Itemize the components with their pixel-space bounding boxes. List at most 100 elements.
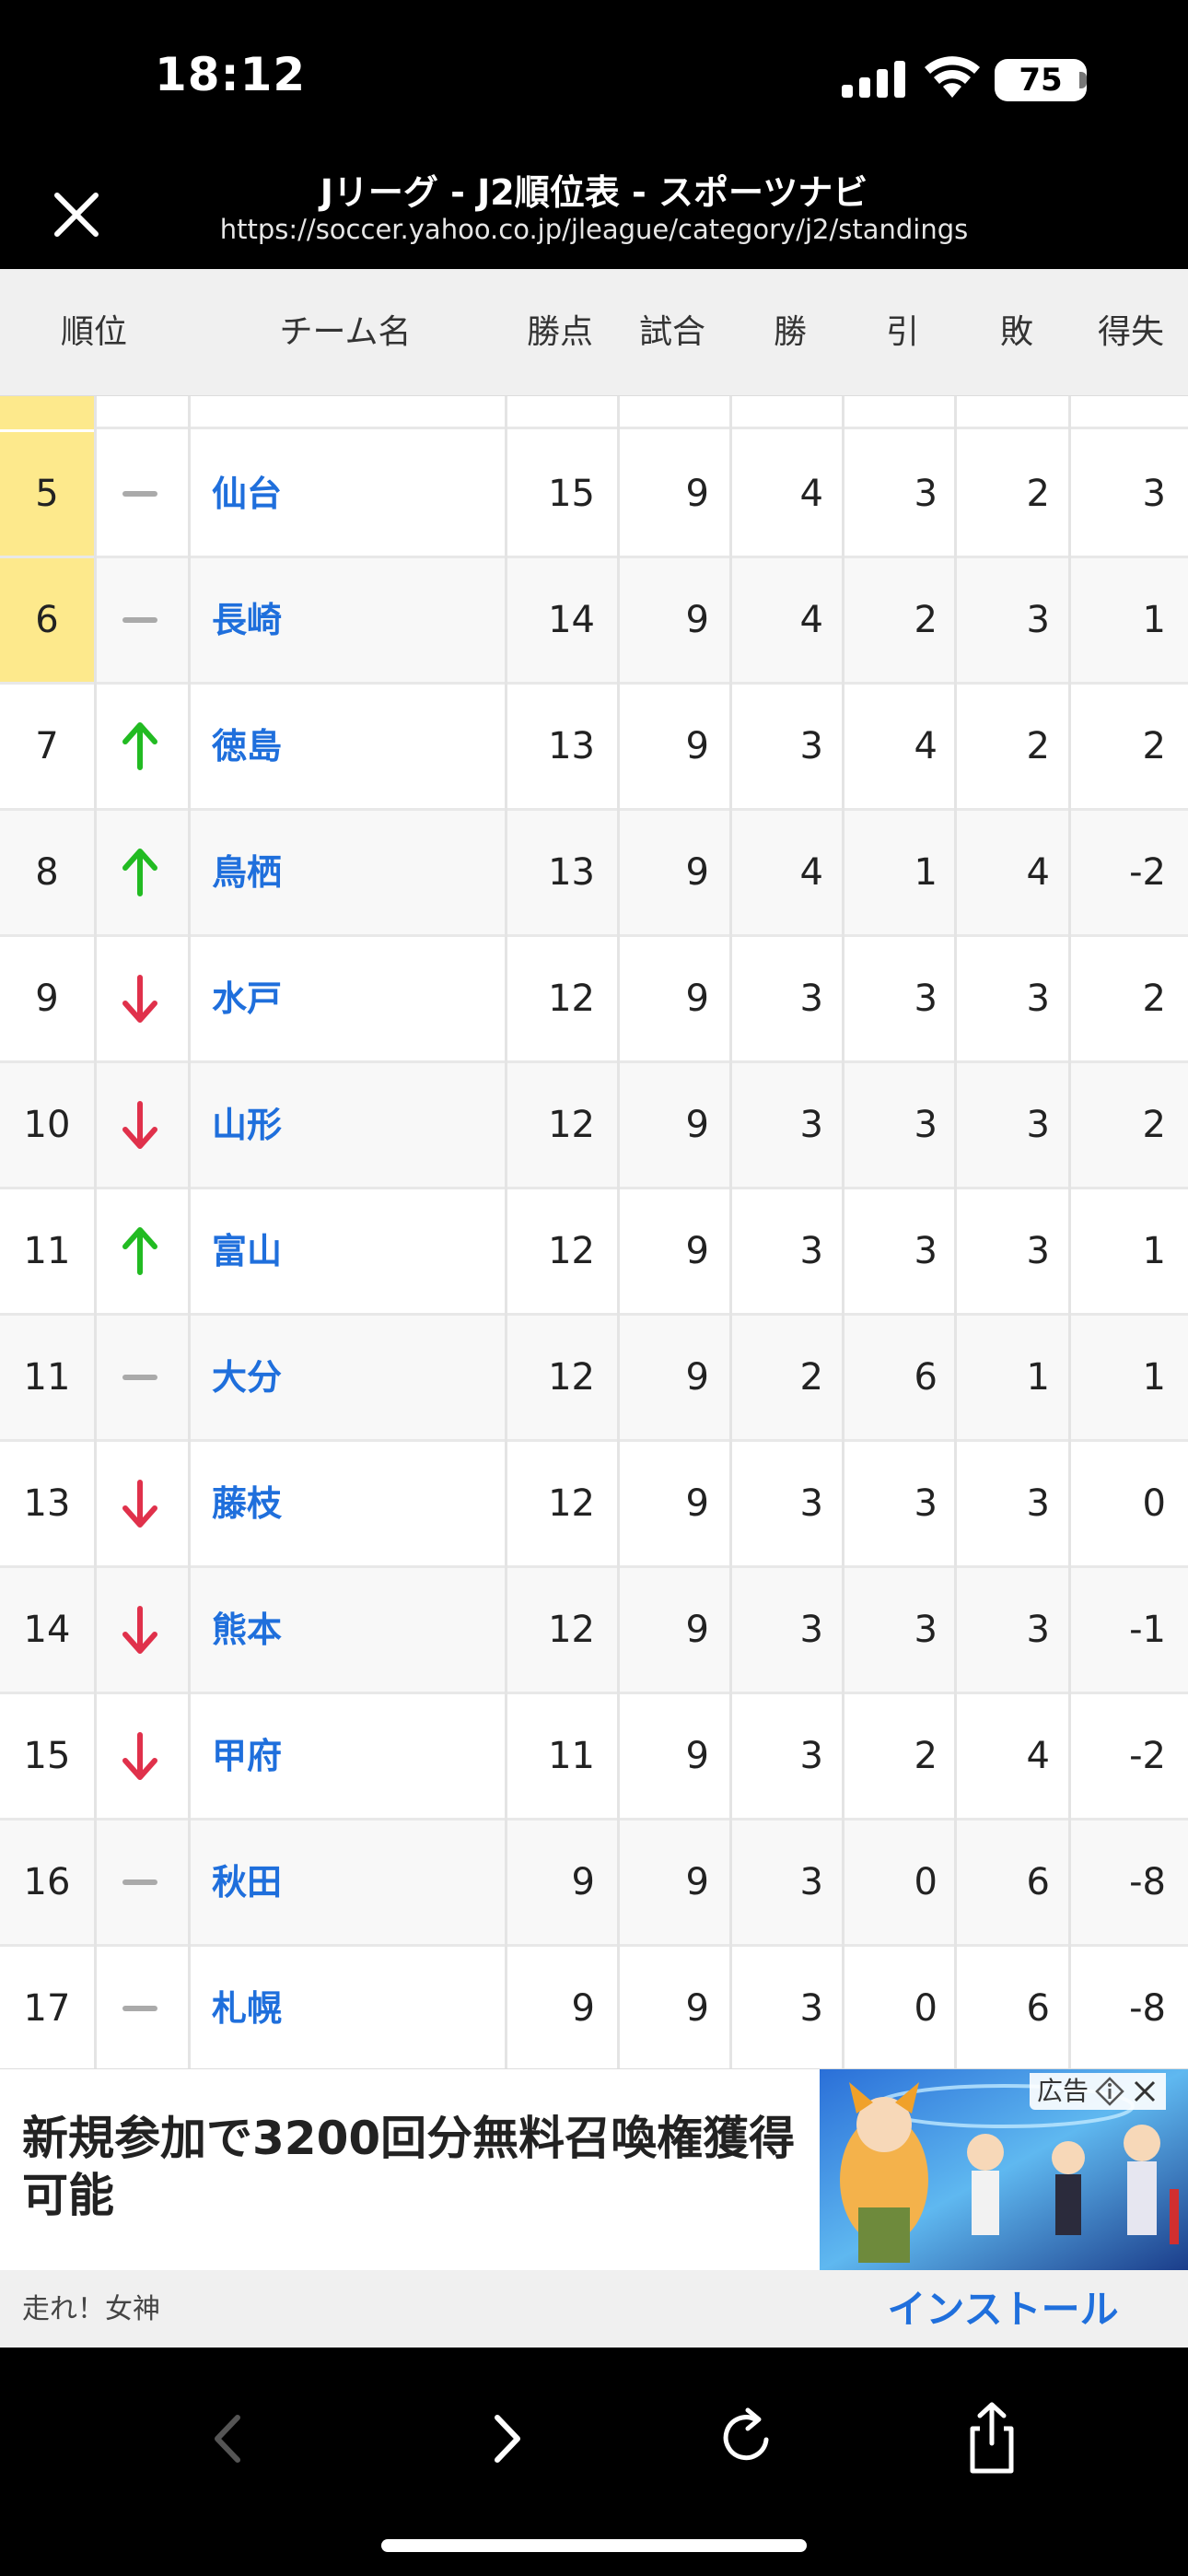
losses-cell: 3 <box>1026 1482 1050 1525</box>
games-cell: 9 <box>685 978 709 1020</box>
draws-cell: 2 <box>914 599 938 641</box>
col-team: チーム名 <box>279 313 412 351</box>
col-points: 勝点 <box>526 313 593 351</box>
games-cell: 9 <box>685 1104 709 1146</box>
team-link[interactable]: 鳥栖 <box>212 811 282 934</box>
draws-cell: 3 <box>914 473 938 515</box>
wins-cell: 4 <box>799 473 823 515</box>
losses-cell: 3 <box>1026 1104 1050 1146</box>
points-cell: 15 <box>548 473 595 515</box>
draws-cell: 4 <box>914 725 938 767</box>
trend-up-icon <box>96 811 186 934</box>
install-button[interactable]: インストール <box>818 2270 1188 2348</box>
goal-diff-cell: 1 <box>1142 1356 1166 1399</box>
rank-cell: 11 <box>23 1230 71 1272</box>
wins-cell: 3 <box>799 978 823 1020</box>
column-divider <box>729 396 732 2068</box>
team-link[interactable]: 徳島 <box>212 685 282 808</box>
share-icon[interactable] <box>950 2397 1033 2480</box>
team-link[interactable]: 熊本 <box>212 1568 282 1692</box>
battery-cap <box>1079 72 1087 88</box>
team-link[interactable]: 長崎 <box>212 558 282 682</box>
wins-cell: 3 <box>799 1987 823 2030</box>
trend-same-icon <box>96 1316 186 1439</box>
points-cell: 14 <box>548 599 595 641</box>
games-cell: 9 <box>685 599 709 641</box>
back-icon[interactable] <box>188 2397 271 2480</box>
rank-cell: 9 <box>35 978 59 1020</box>
trend-up-icon <box>96 685 186 808</box>
points-cell: 12 <box>548 978 595 1020</box>
table-row: 10 山形 12 9 3 3 3 2 <box>0 1063 1188 1189</box>
reload-icon[interactable] <box>705 2397 788 2480</box>
column-divider <box>188 396 191 2068</box>
rank-cell: 7 <box>35 725 59 767</box>
team-link[interactable]: 水戸 <box>212 937 282 1060</box>
browser-header: Jリーグ - J2順位表 - スポーツナビ https://soccer.yah… <box>0 147 1188 269</box>
goal-diff-cell: -2 <box>1129 851 1166 894</box>
rank-cell: 11 <box>23 1356 71 1399</box>
column-divider <box>94 396 97 2068</box>
ad-tag[interactable]: 広告 <box>1030 2073 1167 2110</box>
table-row-partial <box>0 396 1188 429</box>
table-row: 17 札幌 9 9 3 0 6 -8 <box>0 1947 1188 2068</box>
games-cell: 9 <box>685 1735 709 1777</box>
ad-tag-label: 広告 <box>1037 2076 1089 2106</box>
trend-same-icon <box>96 558 186 682</box>
losses-cell: 3 <box>1026 599 1050 641</box>
page-url[interactable]: https://soccer.yahoo.co.jp/jleague/categ… <box>0 214 1188 245</box>
games-cell: 9 <box>685 1230 709 1272</box>
points-cell: 12 <box>548 1230 595 1272</box>
draws-cell: 3 <box>914 1482 938 1525</box>
draws-cell: 1 <box>914 851 938 894</box>
adchoices-icon[interactable] <box>1094 2076 1125 2107</box>
battery-icon: 75 <box>995 59 1087 101</box>
column-divider <box>505 396 507 2068</box>
points-cell: 13 <box>548 725 595 767</box>
team-link[interactable]: 藤枝 <box>212 1442 282 1565</box>
forward-icon[interactable] <box>464 2397 547 2480</box>
losses-cell: 3 <box>1026 1230 1050 1272</box>
team-link[interactable]: 大分 <box>212 1316 282 1439</box>
wins-cell: 4 <box>799 599 823 641</box>
ad-copy[interactable]: 新規参加で3200回分無料召喚権獲得可能 <box>22 2110 814 2224</box>
team-link[interactable]: 山形 <box>212 1063 282 1187</box>
table-row: 16 秋田 9 9 3 0 6 -8 <box>0 1821 1188 1947</box>
rank-cell: 10 <box>23 1104 71 1146</box>
team-link[interactable]: 甲府 <box>212 1694 282 1818</box>
losses-cell: 4 <box>1026 1735 1050 1777</box>
signal-icon <box>842 61 905 98</box>
table-row: 11 大分 12 9 2 6 1 1 <box>0 1316 1188 1442</box>
col-rank: 順位 <box>60 313 127 351</box>
team-link[interactable]: 札幌 <box>212 1947 282 2068</box>
losses-cell: 6 <box>1026 1987 1050 2030</box>
rank-cell: 17 <box>23 1987 71 2030</box>
ad-banner[interactable]: 新規参加で3200回分無料召喚権獲得可能 走れ！女神 広告 インストール <box>0 2068 1188 2348</box>
team-link[interactable]: 富山 <box>212 1189 282 1313</box>
points-cell: 12 <box>548 1104 595 1146</box>
goal-diff-cell: 3 <box>1142 473 1166 515</box>
games-cell: 9 <box>685 1987 709 2030</box>
rank-cell: 5 <box>0 432 94 556</box>
ad-close-icon[interactable] <box>1131 2078 1159 2105</box>
losses-cell: 3 <box>1026 1609 1050 1651</box>
draws-cell: 0 <box>914 1987 938 2030</box>
rank-highlight <box>0 396 94 429</box>
standings-table: 5 仙台 15 9 4 3 2 3 6 長崎 14 9 4 2 3 1 7 徳島 13 9 3 4 2 2 8 鳥栖 13 9 4 1 4-… <box>0 396 1188 2068</box>
goal-diff-cell: 1 <box>1142 599 1166 641</box>
wins-cell: 3 <box>799 1482 823 1525</box>
team-link[interactable]: 秋田 <box>212 1821 282 1944</box>
points-cell: 12 <box>548 1482 595 1525</box>
table-header: 順位 チーム名 勝点 試合 勝 引 敗 得失 <box>0 269 1188 396</box>
goal-diff-cell: 1 <box>1142 1230 1166 1272</box>
games-cell: 9 <box>685 473 709 515</box>
games-cell: 9 <box>685 725 709 767</box>
team-link[interactable]: 仙台 <box>212 432 282 556</box>
draws-cell: 3 <box>914 978 938 1020</box>
draws-cell: 2 <box>914 1735 938 1777</box>
table-row: 14 熊本 12 9 3 3 3 -1 <box>0 1568 1188 1694</box>
trend-up-icon <box>96 1189 186 1313</box>
home-indicator <box>381 2539 807 2552</box>
wins-cell: 3 <box>799 1861 823 1903</box>
goal-diff-cell: 2 <box>1142 978 1166 1020</box>
